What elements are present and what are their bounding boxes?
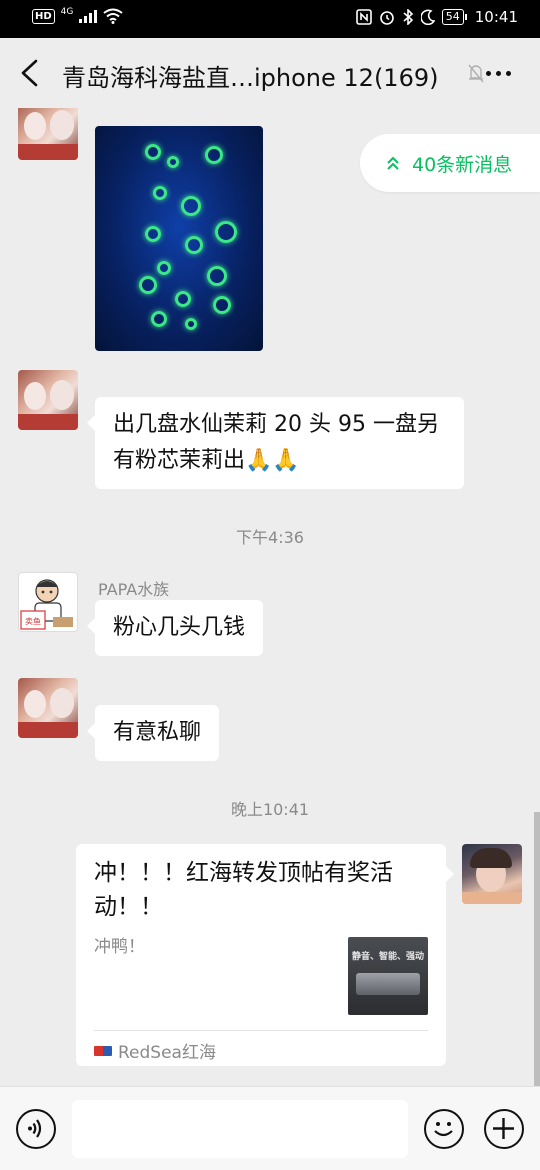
nfc-icon <box>355 9 372 25</box>
message-bubble[interactable]: 有意私聊 <box>86 705 220 761</box>
plus-button[interactable] <box>484 1109 524 1149</box>
more-dots-icon[interactable] <box>486 71 511 76</box>
cartoon-avatar-icon: 卖鱼 <box>20 579 73 630</box>
hd-badge: HD <box>32 8 55 24</box>
my-avatar[interactable] <box>462 844 522 904</box>
redsea-logo-icon <box>94 1045 112 1056</box>
source-name: RedSea红海 <box>118 1043 216 1063</box>
status-left: HD 4G <box>32 7 123 24</box>
avatar-papa[interactable]: 卖鱼 <box>18 572 78 632</box>
timestamp: 晚上10:41 <box>230 800 310 819</box>
battery-icon: 54 <box>441 9 467 25</box>
avatar[interactable] <box>18 678 78 738</box>
chevron-up-icon <box>387 156 399 170</box>
status-time: 10:41 <box>474 8 518 26</box>
link-card-description: 冲鸭！ <box>94 937 145 957</box>
avatar[interactable] <box>18 108 78 160</box>
emoji-button[interactable] <box>424 1109 464 1149</box>
emoji-icon <box>434 1122 453 1137</box>
mute-bell-icon <box>468 64 484 83</box>
back-arrow-icon[interactable] <box>16 58 44 88</box>
status-right: 54 10:41 <box>355 8 518 26</box>
avatar[interactable] <box>18 370 78 430</box>
link-card-source: RedSea红海 <box>94 1038 216 1063</box>
status-bar: HD 4G 54 10:41 <box>0 0 540 38</box>
alarm-icon <box>379 11 394 25</box>
input-bar <box>0 1086 540 1170</box>
message-bubble[interactable]: 出几盘水仙茉莉 20 头 95 一盘另有粉芯茉莉出🙏🙏 <box>87 397 464 489</box>
sender-name: PAPA水族 <box>98 580 170 599</box>
scrollbar[interactable] <box>534 812 540 1086</box>
link-card-title: 冲！！！红海转发顶帖有奖活动！！ <box>94 860 393 920</box>
chat-header: 青岛海科海盐直…iphone 12(169) <box>0 38 540 108</box>
network-type: 4G <box>60 7 74 17</box>
new-messages-label: 40条新消息 <box>412 153 513 176</box>
timestamp: 下午4:36 <box>236 528 304 547</box>
avatar-sign: 卖鱼 <box>25 616 41 626</box>
new-messages-button[interactable]: 40条新消息 <box>360 134 540 192</box>
message-text: 有意私聊 <box>113 720 202 745</box>
voice-button[interactable] <box>16 1109 56 1149</box>
message-bubble[interactable]: 粉心几头几钱 <box>86 600 264 656</box>
message-text: 粉心几头几钱 <box>113 615 246 640</box>
plus-icon <box>493 1118 514 1139</box>
wifi-icon <box>103 8 123 24</box>
link-card-thumbnail: 静音、智能、强动 <box>348 937 428 1015</box>
message-input[interactable] <box>72 1100 408 1158</box>
voice-icon <box>28 1119 42 1138</box>
chat-title: 青岛海科海盐直…iphone 12(169) <box>62 64 439 92</box>
signal-icon <box>79 9 98 23</box>
image-message[interactable] <box>95 126 263 351</box>
divider <box>94 1030 428 1031</box>
bluetooth-icon <box>403 9 413 25</box>
moon-icon <box>420 9 435 25</box>
message-text: 出几盘水仙茉莉 20 头 95 一盘另有粉芯茉莉出🙏🙏 <box>113 412 439 473</box>
link-card[interactable]: 冲！！！红海转发顶帖有奖活动！！ 冲鸭！ 静音、智能、强动 RedSea红海 <box>76 844 454 1066</box>
thumbnail-text: 静音、智能、强动 <box>352 952 425 962</box>
chat-area[interactable]: 40条新消息 出几盘水仙茉莉 20 头 95 一盘另有粉芯茉莉出🙏🙏 下午4:3… <box>0 108 540 1086</box>
